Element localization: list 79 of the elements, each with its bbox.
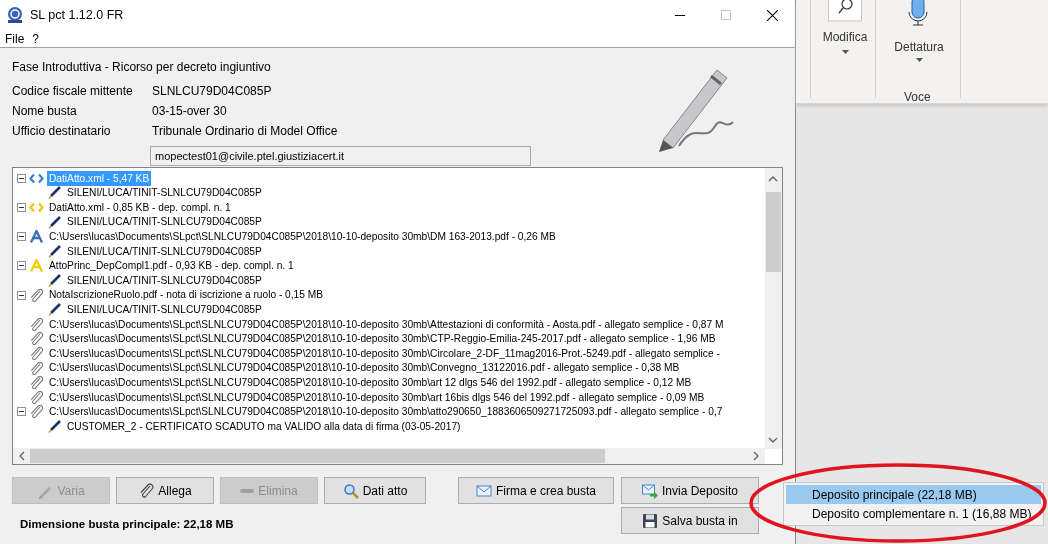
procedure-title: Fase Introduttiva - Ricorso per decreto ingiuntivo bbox=[12, 59, 272, 76]
scroll-left-icon[interactable] bbox=[17, 451, 27, 461]
tree-item[interactable]: C:\Users\lucas\Documents\SLpct\SLNLCU79D04C085P\2018\10-10-deposito 30mb\art 16bis dlgs 546 del 1992.pdf - allegato semplice - 0,09 MB bbox=[47, 389, 707, 405]
tree-item[interactable]: CUSTOMER_2 - CERTIFICATO SCADUTO ma VALIDO alla data di firma (03-05-2017) bbox=[65, 418, 463, 435]
action-button[interactable]: Salva busta in bbox=[621, 507, 759, 534]
search-icon bbox=[828, 0, 862, 22]
pen-icon bbox=[47, 215, 62, 229]
minus-icon bbox=[240, 488, 255, 493]
action-button[interactable]: Invia Deposito bbox=[621, 477, 759, 504]
close-icon[interactable] bbox=[766, 9, 778, 21]
horizontal-scrollbar[interactable] bbox=[13, 448, 765, 464]
paperclip-icon bbox=[29, 361, 44, 375]
tree-item[interactable]: C:\Users\lucas\Documents\SLpct\SLNLCU79D04C085P\2018\10-10-deposito 30mb\atto290650_1883606509271725093.pdf - allegato semplice - 0,7 bbox=[47, 404, 725, 420]
expand-toggle[interactable] bbox=[17, 203, 26, 212]
field-value: SLNLCU79D04C085P bbox=[152, 83, 272, 100]
tree-item[interactable]: NotaIscrizioneRuolo.pdf - nota di iscrizione a ruolo - 0,15 MB bbox=[47, 287, 326, 303]
ribbon-button[interactable]: Modifica bbox=[820, 0, 870, 66]
window-title: SL pct 1.12.0 FR bbox=[30, 6, 124, 24]
menu-item[interactable]: Deposito principale (22,18 MB) bbox=[786, 485, 1041, 504]
field-value: Tribunale Ordinario di Model Office bbox=[152, 123, 338, 140]
scroll-right-icon[interactable] bbox=[751, 451, 761, 461]
scrollbar-thumb[interactable] bbox=[766, 192, 781, 272]
action-button[interactable]: Dati atto bbox=[324, 477, 426, 504]
pen-icon bbox=[47, 303, 62, 317]
expand-toggle[interactable] bbox=[17, 290, 26, 300]
ribbon-group-label: Voce bbox=[904, 89, 931, 106]
field-label: Ufficio destinatario bbox=[12, 123, 112, 140]
scroll-down-icon[interactable] bbox=[768, 435, 778, 445]
pen-icon bbox=[47, 273, 62, 287]
tree-item[interactable]: SILENI/LUCA/TINIT-SLNLCU79D04C085P bbox=[65, 272, 264, 289]
expand-toggle[interactable] bbox=[17, 407, 26, 417]
tree-item[interactable]: C:\Users\lucas\Documents\SLpct\SLNLCU79D04C085P\2018\10-10-deposito 30mb\Circolare_2-DF_11mag2016-Prot.-5249.pdf - allegato semplice - bbox=[47, 345, 722, 362]
address-field[interactable]: mopectest01@civile.ptel.giustiziacert.it bbox=[150, 146, 531, 166]
tree-item[interactable]: SILENI/LUCA/TINIT-SLNLCU79D04C085P bbox=[65, 243, 264, 259]
tree-item[interactable]: DatiAtto.xml - 0,85 KB - dep. compl. n. 1 bbox=[47, 199, 233, 216]
size-summary: Dimensione busta principale: 22,18 MB bbox=[19, 517, 235, 532]
tree-item[interactable]: SILENI/LUCA/TINIT-SLNLCU79D04C085P bbox=[65, 185, 264, 201]
app-logo-icon bbox=[6, 6, 24, 24]
paperclip-icon bbox=[29, 288, 44, 302]
tree-item[interactable]: C:\Users\lucas\Documents\SLpct\SLNLCU79D04C085P\2018\10-10-deposito 30mb\Attestazioni di conformità - Aosta.pdf - allegato semplice - 0,87 M bbox=[47, 316, 726, 332]
scrollbar-thumb[interactable] bbox=[30, 449, 605, 463]
field-label: Codice fiscale mittente bbox=[12, 83, 134, 100]
expand-toggle[interactable] bbox=[17, 173, 26, 183]
pen-icon bbox=[47, 244, 62, 258]
scroll-up-icon[interactable] bbox=[768, 174, 778, 184]
search-icon bbox=[342, 482, 359, 499]
microphone-icon bbox=[906, 0, 930, 26]
pen-icon bbox=[47, 186, 62, 200]
envelope-arrow-icon bbox=[641, 482, 658, 499]
tree-item[interactable]: C:\Users\lucas\Documents\SLpct\SLNLCU79D04C085P\2018\10-10-deposito 30mb\art 12 dlgs 546 del 1992.pdf - allegato semplice - 0,12 MB bbox=[47, 374, 694, 391]
action-button[interactable]: Allega bbox=[116, 477, 214, 504]
menu-item[interactable]: File bbox=[5, 29, 25, 48]
tree-item[interactable]: AttoPrinc_DepCompl1.pdf - 0,93 KB - dep. compl. n. 1 bbox=[47, 258, 296, 274]
pen-icon bbox=[47, 419, 62, 433]
tree-item[interactable]: C:\Users\lucas\Documents\SLpct\SLNLCU79D04C085P\2018\10-10-deposito 30mb\DM 163-2013.pdf - 0,26 MB bbox=[47, 229, 558, 245]
paperclip-icon bbox=[138, 482, 155, 499]
tree-item[interactable]: C:\Users\lucas\Documents\SLpct\SLNLCU79D04C085P\2018\10-10-deposito 30mb\Convegno_13122016.pdf - allegato semplice - 0,38 MB bbox=[47, 360, 682, 376]
tree-item[interactable]: SILENI/LUCA/TINIT-SLNLCU79D04C085P bbox=[65, 214, 264, 230]
vertical-scrollbar[interactable] bbox=[765, 168, 782, 449]
paperclip-icon bbox=[29, 317, 44, 331]
caret-icon bbox=[842, 50, 849, 54]
paperclip-icon bbox=[29, 390, 44, 404]
expand-toggle[interactable] bbox=[17, 261, 26, 271]
paperclip-icon bbox=[29, 346, 44, 360]
menu-item[interactable]: ? bbox=[32, 29, 40, 48]
minimize-icon[interactable] bbox=[675, 14, 685, 16]
paperclip-icon bbox=[29, 405, 44, 419]
field-value: 03-15-over 30 bbox=[152, 103, 227, 120]
paperclip-icon bbox=[29, 376, 44, 390]
tree-item[interactable]: C:\Users\lucas\Documents\SLpct\SLNLCU79D04C085P\2018\10-10-deposito 30mb\CTP-Reggio-Emilia-245-2017.pdf - allegato semplice - 1,96 MB bbox=[47, 331, 718, 347]
field-label: Nome busta bbox=[12, 103, 78, 120]
paperclip-icon bbox=[29, 332, 44, 346]
tree-item[interactable]: SILENI/LUCA/TINIT-SLNLCU79D04C085P bbox=[65, 302, 264, 318]
expand-toggle[interactable] bbox=[17, 232, 26, 242]
caret-icon bbox=[916, 58, 923, 62]
menu-item[interactable]: Deposito complementare n. 1 (16,88 MB) bbox=[786, 504, 1041, 523]
envelope-icon bbox=[475, 482, 492, 499]
ribbon-button[interactable]: Dettatura bbox=[884, 0, 954, 66]
action-button[interactable]: Firma e crea busta bbox=[458, 477, 614, 504]
